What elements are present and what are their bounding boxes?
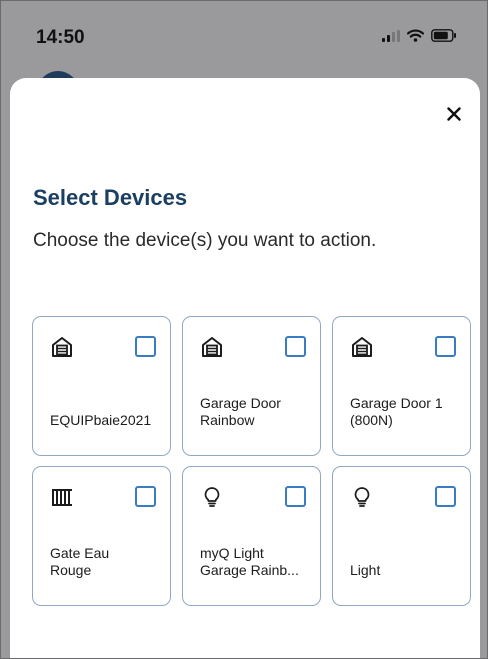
garage-door-icon	[352, 337, 372, 357]
device-card-gate-eau-rouge[interactable]: Gate Eau Rouge	[32, 466, 171, 606]
device-checkbox[interactable]	[135, 486, 156, 507]
garage-door-icon	[52, 337, 72, 357]
device-checkbox[interactable]	[135, 336, 156, 357]
light-bulb-icon	[354, 487, 370, 507]
device-name: myQ Light Garage Rainb...	[200, 545, 299, 578]
device-name: Light	[350, 562, 381, 578]
close-button[interactable]	[442, 102, 466, 126]
device-card-garage-door-rainbow[interactable]: Garage Door Rainbow	[182, 316, 321, 456]
device-checkbox[interactable]	[435, 336, 456, 357]
device-card-garage-door-1[interactable]: Garage Door 1 (800N)	[332, 316, 471, 456]
device-card-myq-light[interactable]: myQ Light Garage Rainb...	[182, 466, 321, 606]
close-icon	[447, 107, 461, 121]
gate-icon	[52, 489, 72, 506]
device-checkbox[interactable]	[285, 486, 306, 507]
garage-door-icon	[202, 337, 222, 357]
device-name: EQUIPbaie2021	[50, 412, 152, 428]
device-grid: EQUIPbaie2021 Garage Door Rainbow Garage…	[32, 316, 471, 606]
device-card-light[interactable]: Light	[332, 466, 471, 606]
device-checkbox[interactable]	[435, 486, 456, 507]
device-name: Garage Door Rainbow	[200, 395, 281, 428]
device-checkbox[interactable]	[285, 336, 306, 357]
light-bulb-icon	[204, 487, 220, 507]
status-bar: 14:50	[1, 1, 487, 71]
device-card-equipbaie2021[interactable]: EQUIPbaie2021	[32, 316, 171, 456]
status-time: 14:50	[36, 27, 85, 48]
select-devices-sheet: Select Devices Choose the device(s) you …	[10, 78, 480, 658]
battery-icon	[431, 29, 457, 47]
app-frame: 14:50 Select Devices Choose the device(s…	[0, 0, 488, 659]
wifi-icon	[406, 29, 425, 47]
signal-icon	[382, 29, 400, 47]
status-icons	[382, 29, 457, 47]
device-name: Garage Door 1 (800N)	[350, 395, 443, 428]
device-name: Gate Eau Rouge	[50, 545, 110, 578]
page-subtitle: Choose the device(s) you want to action.	[33, 230, 377, 251]
page-title: Select Devices	[33, 185, 188, 210]
